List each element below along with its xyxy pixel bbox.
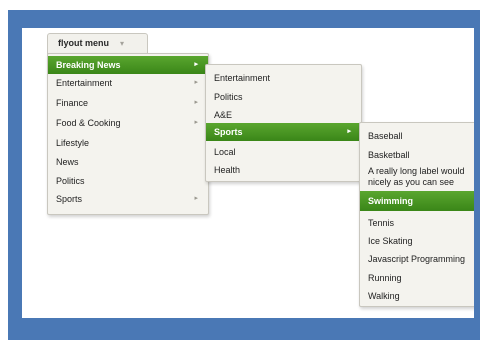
chevron-right-icon: ▸ bbox=[194, 195, 198, 202]
menu-item-label: Local bbox=[214, 147, 236, 157]
menu-item-label: Sports bbox=[56, 194, 83, 204]
sports-item-baseball[interactable]: Baseball bbox=[360, 127, 474, 145]
menu-item-label: News bbox=[56, 157, 79, 167]
menu-item-label: Finance bbox=[56, 98, 89, 108]
menu-level-3: Baseball Basketball A really long label … bbox=[359, 122, 474, 307]
chevron-right-icon: ▸ bbox=[194, 79, 198, 86]
sports-item-ice-skating[interactable]: Ice Skating bbox=[360, 232, 474, 250]
menu-item-entertainment[interactable]: Entertainment ▸ bbox=[48, 74, 208, 92]
flyout-menu-label: flyout menu bbox=[58, 38, 109, 48]
menu-item-label: Politics bbox=[214, 92, 243, 102]
menu-item-finance[interactable]: Finance ▸ bbox=[48, 94, 208, 112]
sports-item-long-label[interactable]: A really long label would nicely as you … bbox=[360, 163, 474, 187]
sports-item-running[interactable]: Running bbox=[360, 269, 474, 287]
menu-level-1: Breaking News ▸ Entertainment ▸ Finance … bbox=[47, 53, 209, 215]
menu-item-politics[interactable]: Politics bbox=[48, 172, 208, 190]
sports-item-walking[interactable]: Walking bbox=[360, 287, 474, 305]
chevron-right-icon: ▸ bbox=[347, 128, 351, 135]
menu-item-food-cooking[interactable]: Food & Cooking ▸ bbox=[48, 114, 208, 132]
menu-item-label: Walking bbox=[368, 291, 400, 301]
menu-item-label: Running bbox=[368, 273, 402, 283]
menu-item-label: Baseball bbox=[368, 131, 403, 141]
submenu-item-entertainment[interactable]: Entertainment bbox=[206, 69, 361, 87]
menu-item-label: Entertainment bbox=[214, 73, 271, 83]
chevron-right-icon: ▸ bbox=[194, 99, 198, 106]
menu-item-label: A&E bbox=[214, 110, 233, 120]
menu-item-news[interactable]: News bbox=[48, 153, 208, 171]
menu-item-label: Javascript Programming bbox=[368, 254, 466, 264]
submenu-item-ae[interactable]: A&E bbox=[206, 106, 361, 124]
chevron-right-icon: ▸ bbox=[194, 119, 198, 126]
menu-item-label: Entertainment bbox=[56, 78, 113, 88]
menu-item-label: Breaking News bbox=[56, 60, 121, 70]
menu-item-label: Tennis bbox=[368, 218, 395, 228]
menu-item-label: Food & Cooking bbox=[56, 118, 121, 128]
menu-item-label: Basketball bbox=[368, 150, 410, 160]
submenu-item-sports[interactable]: Sports ▸ bbox=[206, 123, 361, 141]
demo-canvas: flyout menu ▾ Breaking News ▸ Entertainm… bbox=[22, 28, 474, 318]
menu-item-label-line-2: nicely as you can see bbox=[368, 177, 455, 187]
sports-item-tennis[interactable]: Tennis bbox=[360, 214, 474, 232]
sports-item-javascript-programming[interactable]: Javascript Programming bbox=[360, 250, 474, 268]
menu-item-label: Lifestyle bbox=[56, 138, 90, 148]
chevron-right-icon: ▸ bbox=[194, 61, 198, 68]
menu-item-label: Swimming bbox=[368, 196, 414, 206]
chevron-down-icon: ▾ bbox=[120, 39, 125, 48]
menu-item-label: Ice Skating bbox=[368, 236, 413, 246]
menu-item-sports[interactable]: Sports ▸ bbox=[48, 190, 208, 208]
submenu-item-local[interactable]: Local bbox=[206, 143, 361, 161]
menu-item-label-line-1: A really long label would bbox=[368, 166, 465, 176]
menu-item-breaking-news[interactable]: Breaking News ▸ bbox=[48, 56, 208, 74]
submenu-item-politics[interactable]: Politics bbox=[206, 88, 361, 106]
blue-frame: flyout menu ▾ Breaking News ▸ Entertainm… bbox=[8, 10, 480, 340]
menu-level-2: Entertainment Politics A&E Sports ▸ Loca… bbox=[205, 64, 362, 182]
menu-item-label: Health bbox=[214, 165, 241, 175]
menu-item-label: Politics bbox=[56, 176, 85, 186]
sports-item-swimming[interactable]: Swimming bbox=[360, 191, 474, 211]
menu-item-label: Sports bbox=[214, 127, 243, 137]
sports-item-basketball[interactable]: Basketball bbox=[360, 146, 474, 164]
submenu-item-health[interactable]: Health bbox=[206, 161, 361, 179]
flyout-menu-button[interactable]: flyout menu ▾ bbox=[47, 33, 148, 54]
menu-item-lifestyle[interactable]: Lifestyle bbox=[48, 134, 208, 152]
